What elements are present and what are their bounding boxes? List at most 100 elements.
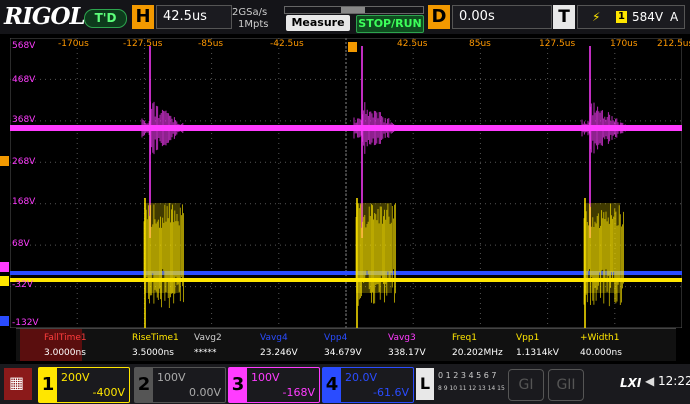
volt-tick-label: -132V <box>12 318 39 328</box>
volt-tick-label: 168V <box>12 197 35 207</box>
volt-tick-label: 68V <box>12 239 30 249</box>
volt-tick-label: 268V <box>12 157 35 167</box>
volt-tick-label: 468V <box>12 75 35 85</box>
channel-scale: 100V <box>157 370 197 385</box>
measurement-item[interactable]: Vavg2 ***** <box>170 329 232 361</box>
measurement-name: +Width1 <box>580 333 619 343</box>
channel-offset: -61.6V <box>373 385 409 400</box>
measurement-item[interactable]: RiseTime1 3.5000ns <box>108 329 170 361</box>
measurement-name: Freq1 <box>452 333 477 343</box>
measurement-bar[interactable]: FallTime1 3.0000ns RiseTime1 3.5000ns Vavg2 *… <box>16 328 676 361</box>
time-tick-label: -42.5us <box>270 39 304 49</box>
trigger-badge[interactable]: T <box>553 5 575 29</box>
measurement-item[interactable]: +Width1 40.000ns <box>556 329 618 361</box>
measurement-name: FallTime1 <box>44 333 87 343</box>
channel-scale: 200V <box>61 370 101 385</box>
ch1-trace <box>10 278 682 282</box>
time-tick-label: 170us <box>610 39 638 49</box>
clock: 12:22 <box>658 374 690 388</box>
volt-tick-label: 568V <box>12 41 35 51</box>
speaker-icon[interactable]: ◀ <box>645 374 654 388</box>
channel-number: 1 <box>39 368 57 402</box>
channel-3-box[interactable]: 3 100V -168V <box>228 367 320 403</box>
ch3-trace <box>10 125 682 131</box>
measurement-value: 40.000ns <box>580 348 622 358</box>
measurement-item[interactable]: Vavg3 338.17V <box>364 329 426 361</box>
volt-tick-label: 368V <box>12 115 35 125</box>
measurement-name: Vpp4 <box>324 333 347 343</box>
waveform-svg <box>10 38 682 328</box>
trigger-mode: A <box>670 6 678 28</box>
channel-offset: -168V <box>283 385 316 400</box>
measurement-name: Vpp1 <box>516 333 539 343</box>
grid-menu-icon: ▦ <box>9 373 24 392</box>
trigger-status-badge[interactable]: T'D <box>84 9 127 28</box>
measurement-value: 3.5000ns <box>132 348 174 358</box>
measurement-name: Vavg4 <box>260 333 288 343</box>
ref-g1-button[interactable]: GI <box>508 369 544 401</box>
measurement-item[interactable]: FallTime1 3.0000ns <box>20 329 82 361</box>
trigger-position-marker[interactable] <box>348 42 357 52</box>
memory-window <box>341 7 365 13</box>
trigger-level: 584V <box>632 6 663 28</box>
ch4-offset-marker[interactable] <box>0 316 9 326</box>
measurement-item[interactable]: Vpp4 34.679V <box>300 329 362 361</box>
trigger-source: 1 <box>616 11 627 23</box>
ch3-burst <box>354 102 400 154</box>
measure-button[interactable]: Measure <box>286 15 350 31</box>
waveform-display[interactable] <box>10 38 682 328</box>
measurement-name: Vavg2 <box>194 333 222 343</box>
ch3-burst <box>582 103 628 154</box>
channel-number: 2 <box>135 368 153 402</box>
measurement-name: Vavg3 <box>388 333 416 343</box>
stop-run-button[interactable]: STOP/RUN <box>356 15 424 33</box>
ref-g2-button[interactable]: GII <box>548 369 584 401</box>
delay-value[interactable]: 0.00s <box>452 5 552 29</box>
memory-depth: 1Mpts <box>238 19 268 30</box>
ch3-offset-marker[interactable] <box>0 262 9 272</box>
measurement-item[interactable]: Freq1 20.202MHz <box>428 329 490 361</box>
time-tick-label: 42.5us <box>397 39 427 49</box>
time-tick-label: 85us <box>469 39 491 49</box>
measurement-value: 338.17V <box>388 348 426 358</box>
time-tick-label: -85us <box>198 39 223 49</box>
trigger-level-marker[interactable] <box>0 156 9 166</box>
logic-bits-low: 0 1 2 3 4 5 6 7 <box>438 371 497 380</box>
lxi-logo: LXI <box>620 376 641 390</box>
trigger-edge-icon: ⚡ <box>592 6 600 28</box>
channel-2-box[interactable]: 2 100V 0.00V <box>134 367 226 403</box>
time-tick-label: 212.5us <box>657 39 690 49</box>
home-menu-button[interactable]: ▦ <box>4 368 32 400</box>
channel-number: 4 <box>323 368 341 402</box>
ch1-offset-marker[interactable] <box>0 276 9 286</box>
volt-tick-label: -32V <box>12 280 33 290</box>
logic-bits-high: 8 9 10 11 12 13 14 15 <box>438 385 505 392</box>
measurement-value: 3.0000ns <box>44 348 86 358</box>
top-bar: RIGOL T'D H 42.5us 2GSa/s 1Mpts Measure … <box>0 0 690 34</box>
measurement-value: 34.679V <box>324 348 362 358</box>
channel-scale: 20.0V <box>345 370 385 385</box>
time-tick-label: -170us <box>58 39 89 49</box>
sample-rate: 2GSa/s <box>232 7 267 18</box>
logic-badge[interactable]: L <box>416 368 434 400</box>
horizontal-badge[interactable]: H <box>132 5 154 29</box>
channel-scale: 100V <box>251 370 291 385</box>
time-tick-label: 127.5us <box>539 39 575 49</box>
time-tick-label: -127.5us <box>123 39 162 49</box>
measurement-value: 23.246V <box>260 348 298 358</box>
brand-logo: RIGOL <box>4 3 85 30</box>
timebase-value[interactable]: 42.5us <box>156 5 232 29</box>
channel-offset: 0.00V <box>189 385 221 400</box>
channel-1-box[interactable]: 1 200V -400V <box>38 367 130 403</box>
channel-offset: -400V <box>93 385 126 400</box>
channel-4-box[interactable]: 4 20.0V -61.6V <box>322 367 414 403</box>
bottom-bar: ▦ 1 200V -400V 2 100V 0.00V 3 100V -168V 4 20.0V -6… <box>0 364 690 404</box>
trigger-settings[interactable]: ⚡ 1 584V A <box>577 5 685 29</box>
ch3-burst <box>142 101 188 154</box>
delay-badge[interactable]: D <box>428 5 450 29</box>
memory-position-bar[interactable] <box>284 6 424 14</box>
measurement-value: ***** <box>194 348 217 358</box>
channel-number: 3 <box>229 368 247 402</box>
measurement-item[interactable]: Vpp1 1.1314kV <box>492 329 554 361</box>
measurement-item[interactable]: Vavg4 23.246V <box>236 329 298 361</box>
